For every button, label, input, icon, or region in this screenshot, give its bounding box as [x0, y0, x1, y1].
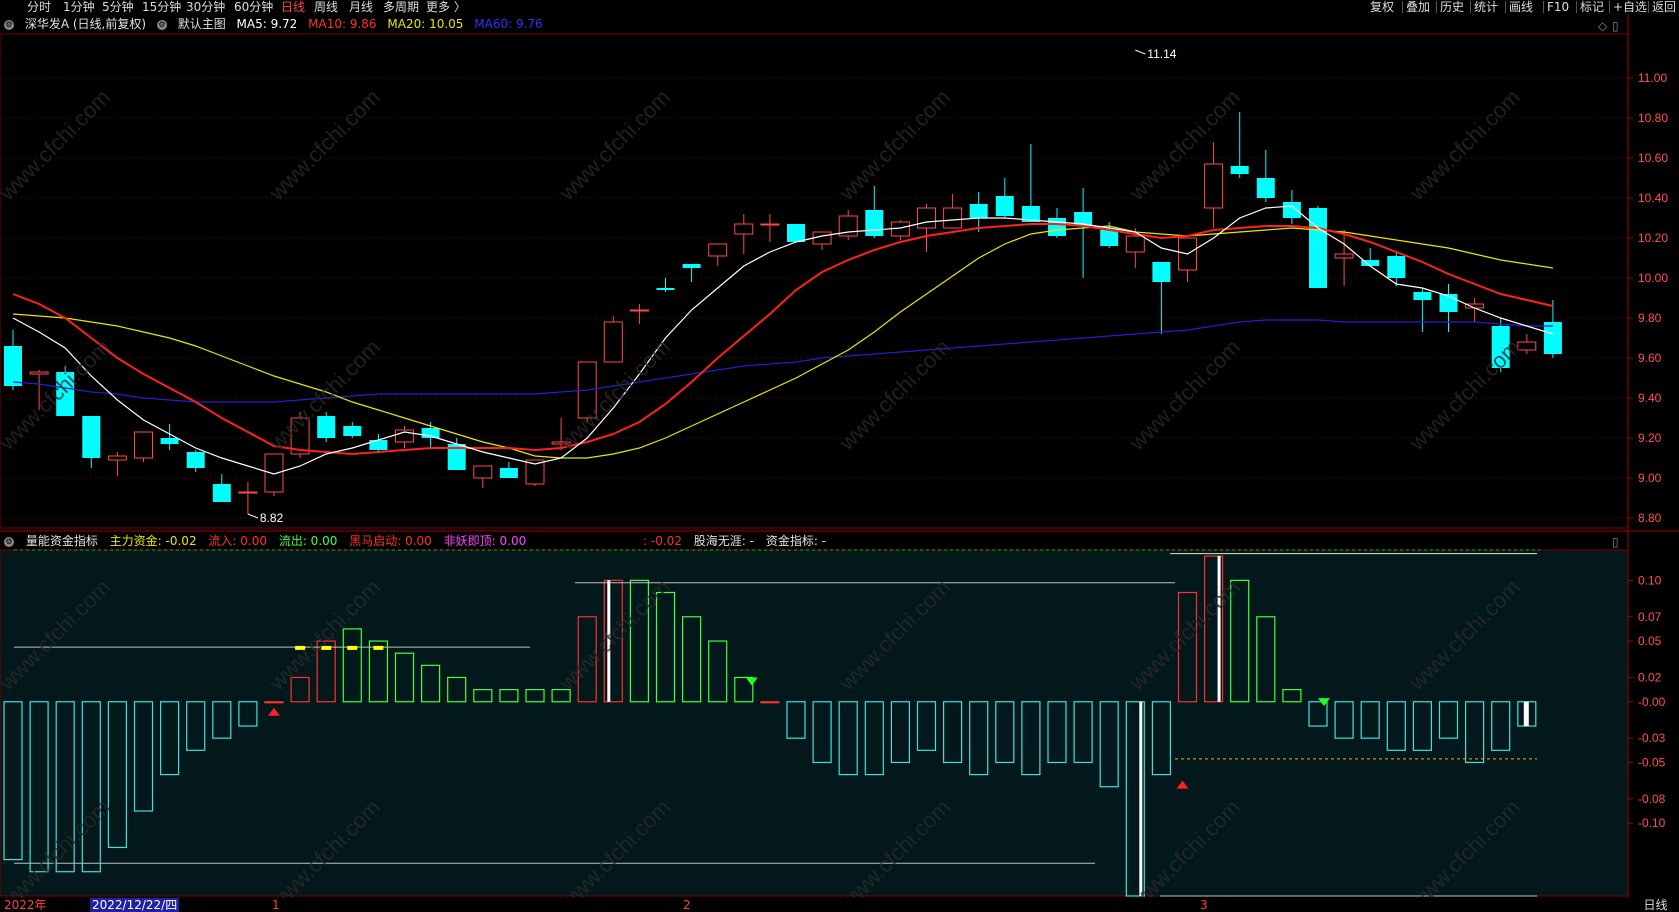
indicator-y-tick-label: -0.03: [1638, 731, 1666, 745]
candle-body-up: [29, 371, 49, 375]
indicator-y-tick-label: 0.05: [1638, 634, 1662, 648]
annotation-label: 8.82: [260, 511, 284, 525]
candle-body-up: [917, 207, 936, 229]
indicator-panel-frame: [0, 549, 1629, 897]
candle-body-down: [995, 196, 1014, 216]
indicator-y-tick-label: -0.00: [1638, 695, 1666, 709]
candle-body-down: [160, 438, 179, 444]
expand-icon: ▯: [1612, 535, 1619, 549]
annotation-label: 11.14: [1147, 47, 1176, 61]
indicator-y-tick-label: 0.02: [1638, 670, 1662, 684]
main-y-tick-label: 9.60: [1638, 351, 1662, 365]
period-side-label[interactable]: 日线: [1632, 898, 1679, 912]
candle-body-down: [4, 346, 22, 386]
candle-body-down: [1387, 256, 1406, 278]
yellow-marker-block: [347, 645, 358, 650]
main-y-tick-label: 10.80: [1638, 111, 1668, 125]
candle-body-up: [1125, 235, 1145, 253]
candle-body-down: [499, 468, 518, 478]
year-label: 2022年: [4, 898, 47, 912]
candle-body-up: [943, 207, 963, 229]
white-highlight-bar: [1139, 701, 1143, 896]
candle-body-down: [1413, 292, 1432, 300]
candle-body-down: [682, 264, 701, 268]
candle-body-down: [1048, 218, 1066, 236]
candle-body-down: [656, 288, 675, 290]
candle-body-down: [317, 416, 336, 438]
candle-body-down: [1439, 294, 1458, 312]
candle-body-down: [1282, 202, 1301, 218]
main-y-tick-label: 10.00: [1638, 271, 1668, 285]
month-label-1: 1: [272, 898, 280, 912]
main-y-tick-label: 10.60: [1638, 151, 1668, 165]
main-panel-frame: [0, 33, 1629, 529]
candle-body-up: [629, 309, 649, 312]
candle-body-up: [1334, 253, 1354, 259]
candle-body-down: [1256, 178, 1275, 198]
main-y-tick-label: 9.20: [1638, 431, 1662, 445]
candle-body-down: [1543, 322, 1562, 354]
main-y-tick-label: 11.00: [1638, 71, 1667, 85]
candle-body-up: [238, 491, 258, 494]
white-highlight-bar: [1523, 701, 1529, 727]
candle-body-down: [82, 416, 101, 458]
bottom-axis-bar: [0, 898, 1628, 912]
main-y-tick-label: 8.80: [1638, 511, 1662, 525]
candle-body-down: [343, 426, 362, 436]
indicator-bar: [264, 701, 284, 704]
main-y-tick-label: 10.40: [1638, 191, 1668, 205]
candle-body-down: [1230, 166, 1249, 174]
main-y-tick-label: 9.00: [1638, 471, 1662, 485]
indicator-y-tick-label: -0.05: [1638, 755, 1666, 769]
indicator-y-tick-label: -0.10: [1638, 816, 1666, 830]
main-y-tick-label: 9.40: [1638, 391, 1662, 405]
main-y-tick-label: 10.20: [1638, 231, 1668, 245]
candle-body-down: [212, 484, 231, 502]
white-highlight-bar: [1217, 556, 1221, 702]
candle-body-up: [134, 431, 153, 459]
candle-body-up: [107, 455, 127, 461]
candle-body-up: [264, 453, 284, 493]
indicator-y-tick-label: 0.10: [1638, 573, 1662, 587]
diamond-icon: ◇: [1598, 19, 1608, 33]
candle-body-down: [1309, 208, 1327, 288]
expand-icon: ▯: [1612, 19, 1619, 33]
candle-body-down: [787, 224, 805, 242]
candle-body-up: [1204, 163, 1224, 209]
candle-body-down: [186, 452, 205, 468]
candle-body-down: [1100, 230, 1119, 246]
candle-body-down: [969, 204, 988, 218]
indicator-bar: [760, 701, 780, 704]
indicator-y-tick-label: 0.07: [1638, 610, 1662, 624]
candle-body-up: [708, 243, 728, 257]
candle-body-down: [1152, 262, 1171, 282]
candle-body-up: [734, 223, 754, 235]
candle-body-up: [473, 465, 493, 479]
yellow-marker-block: [373, 645, 384, 650]
chart-canvas[interactable]: 11.00 10.80 10.60 10.40 10.20 10.00 9.80 9.60 9.…: [0, 0, 1679, 912]
candle-body-up: [760, 223, 780, 226]
cursor-date-label: 2022/12/22/四: [90, 898, 180, 912]
month-label-2: 2: [683, 898, 691, 912]
candle-body-down: [865, 210, 884, 236]
indicator-y-tick-label: -0.08: [1638, 792, 1666, 806]
main-y-tick-label: 9.80: [1638, 311, 1662, 325]
month-label-3: 3: [1200, 898, 1208, 912]
candle-body-up: [603, 321, 623, 363]
